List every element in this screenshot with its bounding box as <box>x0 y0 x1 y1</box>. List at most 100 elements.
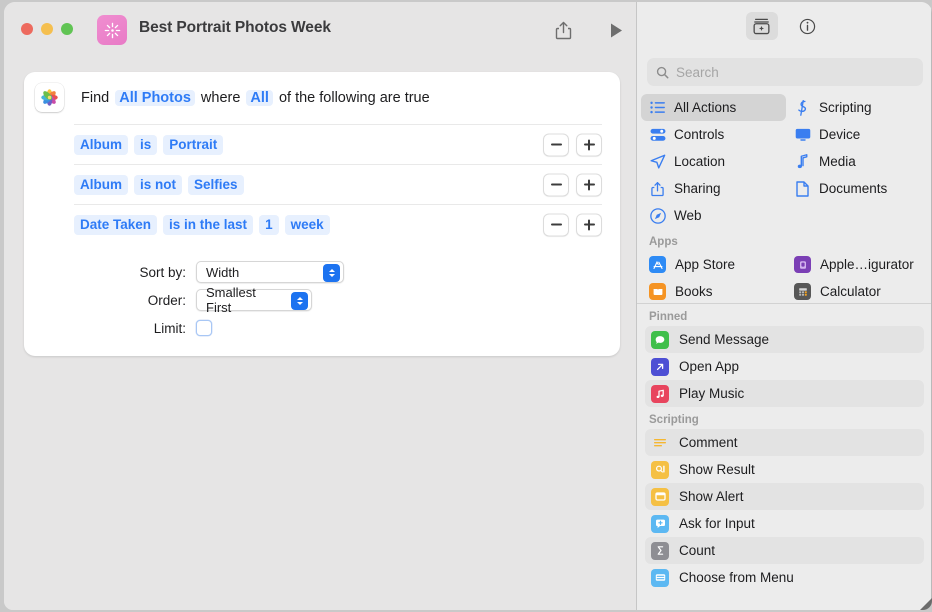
following-true-label: of the following are true <box>278 89 430 106</box>
filter-value-token[interactable]: 1 <box>259 214 279 235</box>
remove-filter-button[interactable] <box>543 133 569 156</box>
search-input[interactable]: Search <box>647 58 923 86</box>
filter-row: Album is Portrait <box>74 124 602 164</box>
add-filter-button[interactable] <box>576 133 602 156</box>
filter-field-token[interactable]: Album <box>74 174 128 195</box>
filter-row-steppers <box>543 213 602 236</box>
category-grid: All Actions Scripting Controls Device Lo… <box>637 94 932 229</box>
match-token[interactable]: All <box>246 89 273 106</box>
library-pinned-scripting-list[interactable]: Pinned Send Message Open App Play Music … <box>637 303 932 610</box>
search-placeholder: Search <box>676 64 719 80</box>
app-item-books[interactable]: Books <box>641 278 786 303</box>
action-library-pane: Search All Actions Scripting Controls De… <box>636 2 932 610</box>
category-all-actions[interactable]: All Actions <box>641 94 786 121</box>
action-item-show-result[interactable]: Show Result <box>645 456 924 483</box>
books-icon <box>649 283 666 300</box>
sort-by-row: Sort by: Width <box>24 258 620 286</box>
app-label: Books <box>675 284 713 299</box>
resize-grip[interactable] <box>919 597 932 610</box>
apps-grid: App Store Apple…igurator Books Calculato… <box>637 251 932 303</box>
category-label: Location <box>674 154 726 169</box>
minimize-button[interactable] <box>41 23 53 35</box>
filter-tokens: Date Taken is in the last 1 week <box>74 214 330 235</box>
count-sigma-icon <box>651 541 669 560</box>
app-label: App Store <box>675 257 736 272</box>
filter-tokens: Album is Portrait <box>74 134 224 155</box>
document-icon <box>794 180 811 197</box>
filter-row-steppers <box>543 133 602 156</box>
filter-field-token[interactable]: Date Taken <box>74 214 158 235</box>
action-item-open-app[interactable]: Open App <box>645 353 924 380</box>
run-button[interactable] <box>602 16 630 44</box>
category-label: Documents <box>819 181 888 196</box>
music-note-icon <box>651 384 669 403</box>
search-icon <box>656 66 669 78</box>
pinned-section-header: Pinned <box>649 311 688 323</box>
action-label: Play Music <box>679 386 745 401</box>
action-card-header: Find All Photos where All of the followi… <box>24 72 620 124</box>
filter-field-token[interactable]: Album <box>74 134 128 155</box>
category-scripting[interactable]: Scripting <box>786 94 931 121</box>
action-item-play-music[interactable]: Play Music <box>645 380 924 407</box>
category-label: Media <box>819 154 856 169</box>
close-button[interactable] <box>21 23 33 35</box>
comment-lines-icon <box>651 434 669 452</box>
category-documents[interactable]: Documents <box>786 175 931 202</box>
share-button[interactable] <box>549 16 577 44</box>
limit-checkbox[interactable] <box>196 320 212 336</box>
action-item-choose-from-menu[interactable]: Choose from Menu <box>645 564 924 591</box>
apple-configurator-icon <box>794 256 811 273</box>
sort-by-popup-button[interactable]: Width <box>196 261 344 283</box>
library-toolbar <box>637 2 932 54</box>
order-popup-button[interactable]: Smallest First <box>196 285 312 315</box>
info-button[interactable] <box>792 12 824 40</box>
filter-operator-token[interactable]: is in the last <box>163 214 254 235</box>
filter-operator-token[interactable]: is not <box>134 174 182 195</box>
action-item-comment[interactable]: Comment <box>645 429 924 456</box>
where-label: where <box>200 89 241 106</box>
action-library-button[interactable] <box>745 12 778 40</box>
zoom-button[interactable] <box>61 23 73 35</box>
show-alert-icon <box>651 487 669 506</box>
category-web[interactable]: Web <box>641 202 786 229</box>
app-item-app-store[interactable]: App Store <box>641 251 786 278</box>
category-location[interactable]: Location <box>641 148 786 175</box>
filter-value-token[interactable]: Portrait <box>163 134 224 155</box>
add-filter-button[interactable] <box>576 173 602 196</box>
source-token[interactable]: All Photos <box>115 89 195 106</box>
category-label: Sharing <box>674 181 721 196</box>
category-device[interactable]: Device <box>786 121 931 148</box>
action-item-show-alert[interactable]: Show Alert <box>645 483 924 510</box>
category-sharing[interactable]: Sharing <box>641 175 786 202</box>
calculator-icon <box>794 283 811 300</box>
app-label: Calculator <box>820 284 881 299</box>
action-header-text: Find All Photos where All of the followi… <box>77 89 434 106</box>
find-label: Find <box>81 89 110 106</box>
category-label: Scripting <box>819 100 872 115</box>
filter-operator-token[interactable]: is <box>134 134 158 155</box>
find-photos-action-card[interactable]: Find All Photos where All of the followi… <box>24 72 620 356</box>
add-filter-button[interactable] <box>576 213 602 236</box>
filter-unit-token[interactable]: week <box>284 214 330 235</box>
app-item-apple-configurator[interactable]: Apple…igurator <box>786 251 931 278</box>
sort-by-value: Width <box>206 264 240 280</box>
choose-menu-icon <box>651 568 669 587</box>
remove-filter-button[interactable] <box>543 213 569 236</box>
library-categories-scroll[interactable]: All Actions Scripting Controls Device Lo… <box>637 94 932 303</box>
window-title: Best Portrait Photos Week <box>139 19 331 36</box>
action-item-count[interactable]: Count <box>645 537 924 564</box>
app-label: Apple…igurator <box>820 257 914 272</box>
remove-filter-button[interactable] <box>543 173 569 196</box>
action-label: Choose from Menu <box>679 570 794 585</box>
action-label: Count <box>679 543 716 558</box>
filter-row: Date Taken is in the last 1 week <box>74 204 602 244</box>
app-item-calculator[interactable]: Calculator <box>786 278 931 303</box>
category-controls[interactable]: Controls <box>641 121 786 148</box>
filter-value-token[interactable]: Selfies <box>188 174 244 195</box>
action-item-send-message[interactable]: Send Message <box>645 326 924 353</box>
action-item-ask-for-input[interactable]: Ask for Input <box>645 510 924 537</box>
category-media[interactable]: Media <box>786 148 931 175</box>
category-label: Web <box>674 208 702 223</box>
category-label: Controls <box>674 127 725 142</box>
open-app-arrow-icon <box>651 357 669 376</box>
